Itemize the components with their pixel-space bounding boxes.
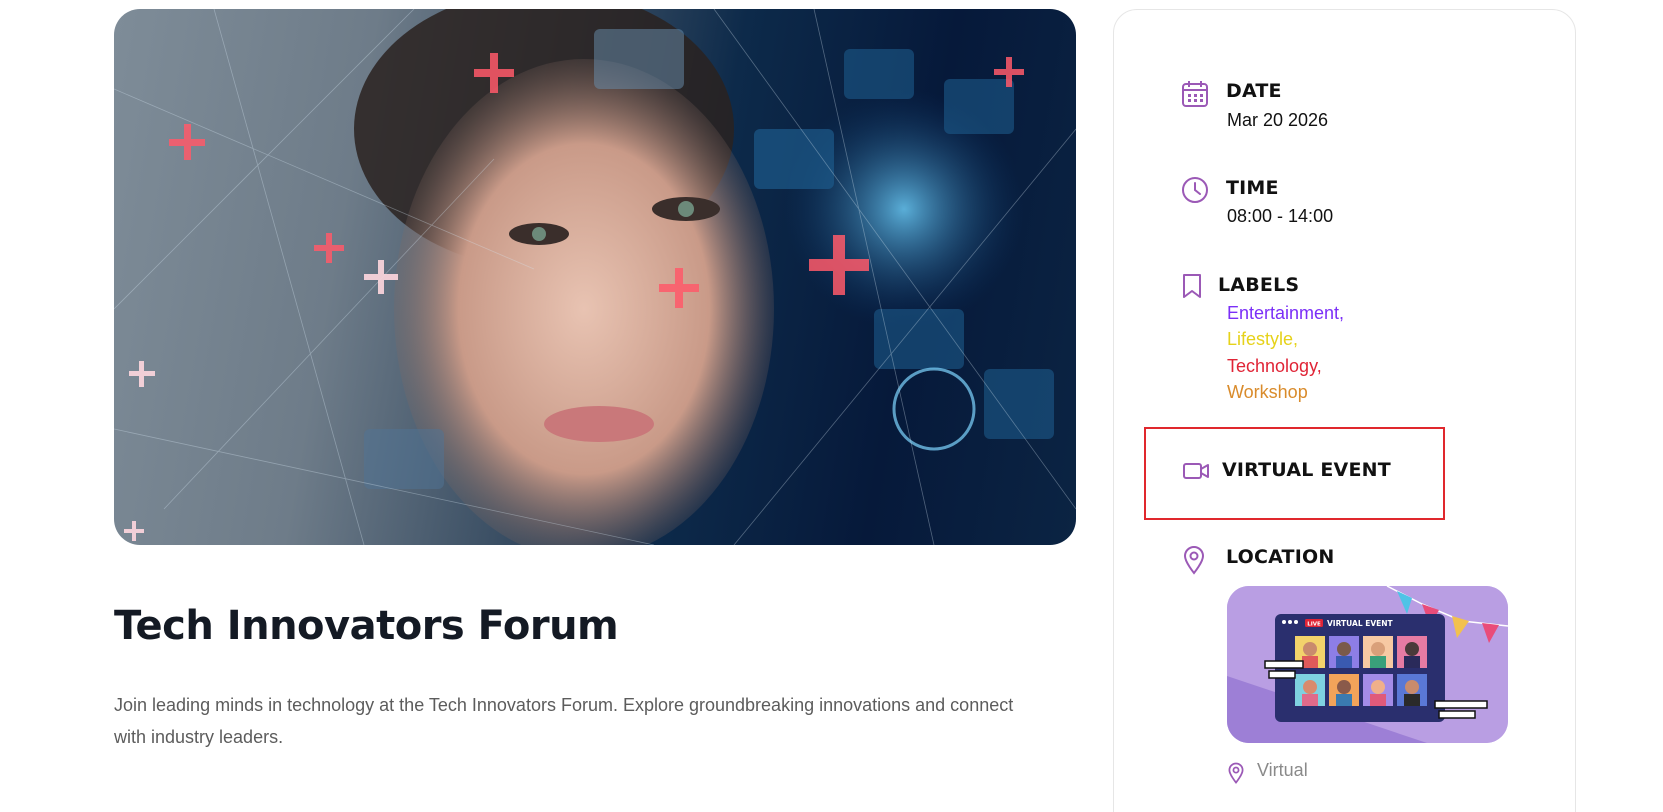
bookmark-icon: [1180, 272, 1204, 300]
time-heading: TIME: [1226, 177, 1279, 199]
location-value: Virtual: [1257, 760, 1308, 780]
virtual-event-illustration: LIVE VIRTUAL EVENT: [1227, 586, 1508, 743]
map-pin-icon: [1182, 545, 1206, 575]
thumb-caption: VIRTUAL EVENT: [1327, 619, 1394, 628]
calendar-icon: [1180, 79, 1210, 109]
time-value: 08:00 - 14:00: [1227, 206, 1334, 226]
event-hero-image: [114, 9, 1076, 545]
hero-illustration: [114, 9, 1076, 545]
location-heading: LOCATION: [1226, 546, 1335, 568]
label-technology[interactable]: Technology,: [1227, 356, 1322, 377]
video-camera-icon: [1182, 460, 1210, 482]
label-workshop[interactable]: Workshop: [1227, 382, 1308, 403]
live-badge: LIVE: [1307, 622, 1321, 628]
event-title: Tech Innovators Forum: [114, 603, 619, 649]
location-pin-small-icon: [1227, 762, 1245, 784]
label-entertainment[interactable]: Entertainment,: [1227, 303, 1344, 324]
date-value: Mar 20 2026: [1227, 110, 1329, 130]
event-description: Join leading minds in technology at the …: [114, 695, 1014, 747]
label-lifestyle[interactable]: Lifestyle,: [1227, 329, 1298, 350]
location-thumbnail[interactable]: LIVE VIRTUAL EVENT: [1227, 586, 1508, 743]
clock-icon: [1180, 175, 1210, 205]
date-heading: DATE: [1226, 80, 1282, 102]
labels-heading: LABELS: [1218, 274, 1300, 296]
virtual-event-heading: VIRTUAL EVENT: [1222, 459, 1391, 481]
